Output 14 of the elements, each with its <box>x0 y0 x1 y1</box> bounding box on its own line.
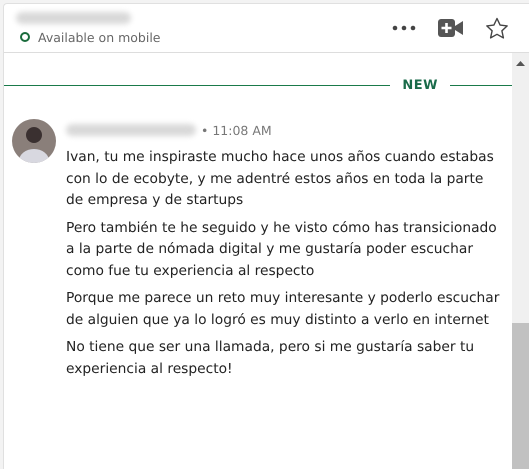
star-icon[interactable] <box>485 16 509 40</box>
message-time: • 11:08 AM <box>201 122 272 138</box>
video-call-icon[interactable] <box>438 19 463 37</box>
message-paragraph: Pero también te he seguido y he visto cómo has transicionado a la parte de nómada digital y me gustaría poder escuchar como fue tu experiencia al respecto <box>66 218 498 280</box>
message-paragraph: Porque me parece un reto muy interesante y poderlo escuchar de alguien que ya lo logró es muy distinto a verlo en internet <box>66 289 500 330</box>
new-messages-label: NEW <box>402 78 438 93</box>
message-paragraph: No tiene que ser una llamada, pero si me gustaría saber tu experiencia al respecto! <box>66 338 476 378</box>
scroll-up-icon[interactable] <box>516 61 525 66</box>
status-ring-icon <box>20 32 30 42</box>
message-paragraph: Ivan, tu me inspiraste mucho hace unos años cuando estabas con lo de ecobyte, y me adentré estos años en toda la parte de empresa y de startups <box>66 148 495 210</box>
avatar <box>12 119 56 163</box>
presence-status: Available on mobile <box>38 30 160 44</box>
more-options-icon[interactable] <box>392 25 416 31</box>
scrollbar-thumb[interactable] <box>512 323 529 469</box>
